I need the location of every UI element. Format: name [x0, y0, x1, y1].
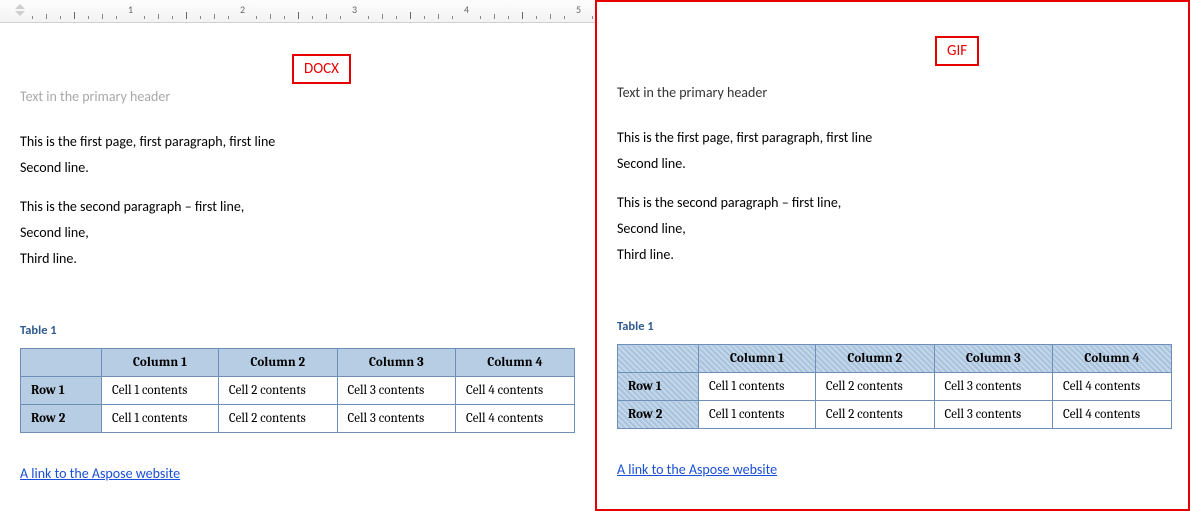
- data-table: Column 1 Column 2 Column 3 Column 4 Row …: [20, 348, 575, 433]
- col-header: Column 2: [815, 345, 934, 373]
- table-cell: Cell 2 contents: [218, 405, 337, 433]
- row-header: Row 1: [21, 377, 102, 405]
- table-cell: Cell 4 contents: [456, 405, 575, 433]
- table-cell: Cell 3 contents: [934, 401, 1052, 429]
- table-cell: Cell 3 contents: [934, 373, 1052, 401]
- table-cell: Cell 1 contents: [699, 373, 816, 401]
- external-link[interactable]: A link to the Aspose website: [20, 465, 180, 482]
- row-header: Row 2: [618, 401, 699, 429]
- table-row: Row 1 Cell 1 contents Cell 2 contents Ce…: [21, 377, 575, 405]
- paragraph-2-line-1: This is the second paragraph – first lin…: [20, 196, 575, 218]
- table-cell: Cell 2 contents: [815, 401, 934, 429]
- col-header: Column 1: [102, 349, 219, 377]
- table-cell: Cell 4 contents: [1053, 373, 1172, 401]
- data-table: Column 1 Column 2 Column 3 Column 4 Row …: [617, 344, 1172, 429]
- page-header: Text in the primary header: [20, 88, 575, 105]
- table-caption: Table 1: [20, 323, 575, 338]
- row-header: Row 2: [21, 405, 102, 433]
- table-row: Row 2 Cell 1 contents Cell 2 contents Ce…: [618, 401, 1172, 429]
- col-header: Column 4: [1053, 345, 1172, 373]
- page-header: Text in the primary header: [617, 84, 1168, 101]
- col-header: Column 3: [934, 345, 1052, 373]
- paragraph-2-line-3: Third line.: [20, 248, 575, 270]
- table-cell: Cell 3 contents: [337, 405, 455, 433]
- col-header: Column 4: [456, 349, 575, 377]
- table-cell: Cell 4 contents: [1053, 401, 1172, 429]
- paragraph-1-line-2: Second line.: [617, 153, 1168, 175]
- col-header: Column 1: [699, 345, 816, 373]
- table-cell: Cell 2 contents: [815, 373, 934, 401]
- paragraph-2-line-3: Third line.: [617, 244, 1168, 266]
- table-row: Row 1 Cell 1 contents Cell 2 contents Ce…: [618, 373, 1172, 401]
- table-corner: [21, 349, 102, 377]
- docx-panel: Text in the primary header This is the f…: [0, 0, 595, 511]
- external-link[interactable]: A link to the Aspose website: [617, 461, 777, 478]
- paragraph-1-line-2: Second line.: [20, 157, 575, 179]
- table-row: Row 2 Cell 1 contents Cell 2 contents Ce…: [21, 405, 575, 433]
- table-corner: [618, 345, 699, 373]
- row-header: Row 1: [618, 373, 699, 401]
- paragraph-1-line-1: This is the first page, first paragraph,…: [20, 131, 575, 153]
- table-cell: Cell 1 contents: [102, 377, 219, 405]
- table-cell: Cell 3 contents: [337, 377, 455, 405]
- col-header: Column 2: [218, 349, 337, 377]
- table-cell: Cell 2 contents: [218, 377, 337, 405]
- table-cell: Cell 1 contents: [699, 401, 816, 429]
- paragraph-2-line-2: Second line,: [617, 218, 1168, 240]
- paragraph-2-line-1: This is the second paragraph – first lin…: [617, 192, 1168, 214]
- table-cell: Cell 4 contents: [456, 377, 575, 405]
- col-header: Column 3: [337, 349, 455, 377]
- paragraph-2-line-2: Second line,: [20, 222, 575, 244]
- table-cell: Cell 1 contents: [102, 405, 219, 433]
- table-caption: Table 1: [617, 319, 1168, 334]
- paragraph-1-line-1: This is the first page, first paragraph,…: [617, 127, 1168, 149]
- gif-panel: Text in the primary header This is the f…: [595, 0, 1190, 511]
